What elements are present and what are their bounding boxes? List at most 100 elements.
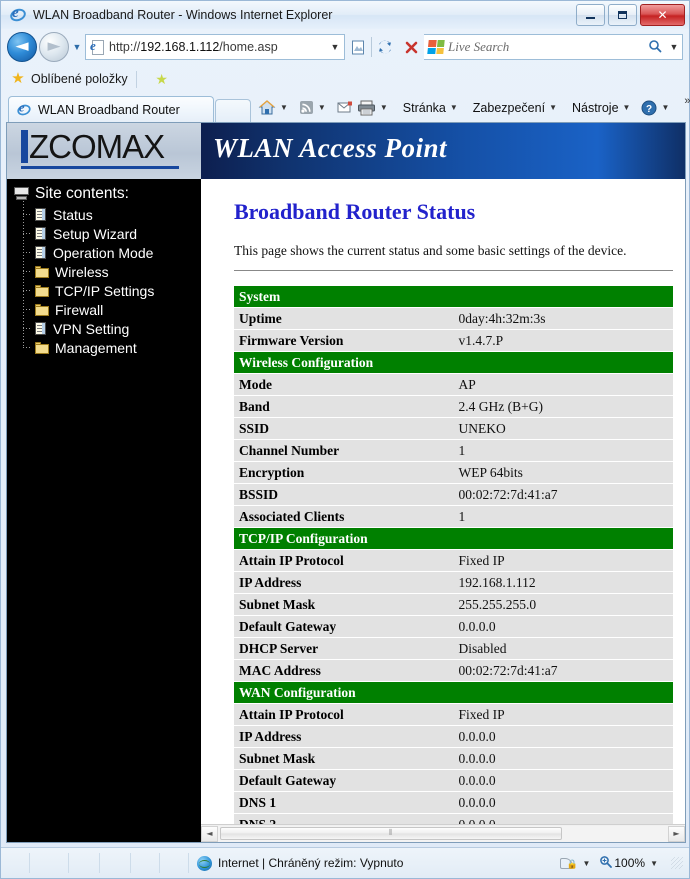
help-button[interactable]: ? ▼ xyxy=(639,100,678,116)
banner-title: WLAN Access Point xyxy=(213,133,447,163)
tools-caret-icon[interactable]: ▼ xyxy=(623,103,631,112)
sidebar-item-setup-wizard[interactable]: Setup Wizard xyxy=(21,224,201,243)
home-icon xyxy=(258,100,276,115)
forward-button[interactable]: ► xyxy=(39,32,69,62)
sidebar-item-status[interactable]: Status xyxy=(21,205,201,224)
zoom-icon[interactable] xyxy=(599,855,613,871)
status-table: System Uptime 0day:4h:32m:3s Firmware Versi… xyxy=(234,286,673,842)
safety-caret-icon[interactable]: ▼ xyxy=(549,103,557,112)
resize-grip-icon[interactable] xyxy=(671,857,683,869)
minimize-button[interactable] xyxy=(576,4,605,26)
status-row-value: 00:02:72:7d:41:a7 xyxy=(453,483,673,506)
status-row-value: 0.0.0.0 xyxy=(453,769,673,792)
url-text: http://192.168.1.112/home.asp xyxy=(109,40,326,54)
print-button[interactable]: ▼ xyxy=(355,100,397,116)
status-row-value: 0day:4h:32m:3s xyxy=(453,307,673,330)
sidebar-item-tcpip-settings[interactable]: TCP/IP Settings xyxy=(21,281,201,300)
protected-mode-icon[interactable]: 🔒 xyxy=(560,856,578,871)
sidebar-item-operation-mode[interactable]: Operation Mode xyxy=(21,243,201,262)
url-scheme: http:// xyxy=(109,40,141,54)
status-row-value: 192.168.1.112 xyxy=(453,571,673,594)
status-row-value: WEP 64bits xyxy=(453,461,673,484)
page-caret-icon[interactable]: ▼ xyxy=(450,103,458,112)
command-bar-overflow-icon[interactable]: » xyxy=(684,95,690,107)
sidebar-item-wireless[interactable]: Wireless xyxy=(21,262,201,281)
url-dropdown-icon[interactable]: ▼ xyxy=(326,42,344,52)
search-input[interactable]: Live Search xyxy=(448,39,648,55)
search-box[interactable]: Live Search ▼ xyxy=(424,34,683,60)
new-tab-button[interactable] xyxy=(215,99,251,123)
close-button[interactable]: ✕ xyxy=(640,4,685,26)
status-row-value: 0.0.0.0 xyxy=(453,615,673,638)
tools-menu[interactable]: Nástroje ▼ xyxy=(566,101,639,115)
safety-menu[interactable]: Zabezpečení ▼ xyxy=(467,101,566,115)
maximize-button[interactable] xyxy=(608,4,637,26)
back-button[interactable]: ◄ xyxy=(7,32,37,62)
sidebar-item-management[interactable]: Management xyxy=(21,338,201,357)
search-dropdown-icon[interactable]: ▼ xyxy=(666,42,682,52)
status-row-label: Subnet Mask xyxy=(234,593,454,616)
favorites-star-icon[interactable]: ★ xyxy=(10,71,26,87)
status-row-value: Fixed IP xyxy=(453,703,673,726)
compatibility-view-button[interactable] xyxy=(345,34,371,60)
sidebar-item-label: Status xyxy=(53,206,93,223)
sidebar-item-firewall[interactable]: Firewall xyxy=(21,300,201,319)
status-bar-right: 🔒 ▼ 100% ▼ xyxy=(560,855,689,871)
status-row-label: Attain IP Protocol xyxy=(234,703,454,726)
status-cell xyxy=(160,853,189,873)
history-dropdown-icon[interactable]: ▼ xyxy=(69,42,85,52)
tab-label: WLAN Broadband Router xyxy=(38,103,180,117)
help-caret-icon[interactable]: ▼ xyxy=(661,103,669,112)
scroll-thumb[interactable]: ⦀ xyxy=(220,826,562,840)
brand-bar-icon xyxy=(21,130,28,163)
status-row: Attain IP Protocol Fixed IP xyxy=(234,549,673,572)
status-row-value: 2.4 GHz (B+G) xyxy=(453,395,673,418)
home-caret-icon[interactable]: ▼ xyxy=(280,103,288,112)
print-caret-icon[interactable]: ▼ xyxy=(380,103,388,112)
windows-flag-icon xyxy=(427,40,445,54)
refresh-button[interactable] xyxy=(372,34,398,60)
folder-icon xyxy=(35,303,49,316)
search-icon[interactable] xyxy=(648,39,662,56)
page-icon: e xyxy=(90,38,105,55)
status-cell xyxy=(69,853,100,873)
title-bar: e WLAN Broadband Router - Windows Intern… xyxy=(1,1,689,29)
sidebar-item-vpn-setting[interactable]: VPN Setting xyxy=(21,319,201,338)
mail-button[interactable] xyxy=(335,101,355,114)
status-row-value: 0.0.0.0 xyxy=(453,747,673,770)
status-row: Attain IP Protocol Fixed IP xyxy=(234,703,673,726)
zoom-level[interactable]: 100% xyxy=(614,856,645,870)
stop-button[interactable] xyxy=(398,34,424,60)
status-section-row: TCP/IP Configuration xyxy=(234,527,673,550)
status-row: Subnet Mask 255.255.255.0 xyxy=(234,593,673,616)
sidebar-item-label: TCP/IP Settings xyxy=(55,282,155,299)
help-icon: ? xyxy=(641,100,657,115)
favorites-label[interactable]: Oblíbené položky xyxy=(31,72,128,86)
status-row-value: Fixed IP xyxy=(453,549,673,572)
feeds-caret-icon[interactable]: ▼ xyxy=(318,103,326,112)
scroll-left-button[interactable]: ◄ xyxy=(201,825,218,842)
sidebar-item-label: Management xyxy=(55,339,137,356)
compatibility-icon xyxy=(351,40,364,54)
scroll-right-button[interactable]: ► xyxy=(668,825,685,842)
protected-mode-caret-icon[interactable]: ▼ xyxy=(582,859,590,868)
horizontal-scrollbar[interactable]: ◄ ⦀ ► xyxy=(201,824,685,842)
page-content: ZCOMAX Site contents: Status Setup Wizar… xyxy=(6,122,686,843)
add-to-favorites-icon[interactable]: ★ xyxy=(154,71,170,87)
status-row: Firmware Version v1.4.7.P xyxy=(234,329,673,352)
home-button[interactable]: ▼ xyxy=(256,99,297,116)
brand-logo: ZCOMAX xyxy=(7,123,201,179)
document-icon xyxy=(35,226,47,241)
scroll-track[interactable]: ⦀ xyxy=(218,825,668,842)
security-zone[interactable]: Internet | Chráněný režim: Vypnuto xyxy=(197,855,403,871)
tab-bar: e WLAN Broadband Router ▼ ▼ ▼ Stránka ▼ … xyxy=(1,93,690,123)
tab-wlan-broadband-router[interactable]: e WLAN Broadband Router xyxy=(8,96,214,123)
page-menu[interactable]: Stránka ▼ xyxy=(397,101,467,115)
url-bar[interactable]: e http://192.168.1.112/home.asp ▼ xyxy=(85,34,345,60)
zoom-caret-icon[interactable]: ▼ xyxy=(650,859,658,868)
site-tree-root: Site contents: xyxy=(13,185,201,203)
feeds-button[interactable]: ▼ xyxy=(297,100,335,115)
status-row-value: UNEKO xyxy=(453,417,673,440)
divider xyxy=(234,270,673,271)
sidebar-item-label: Operation Mode xyxy=(53,244,154,261)
